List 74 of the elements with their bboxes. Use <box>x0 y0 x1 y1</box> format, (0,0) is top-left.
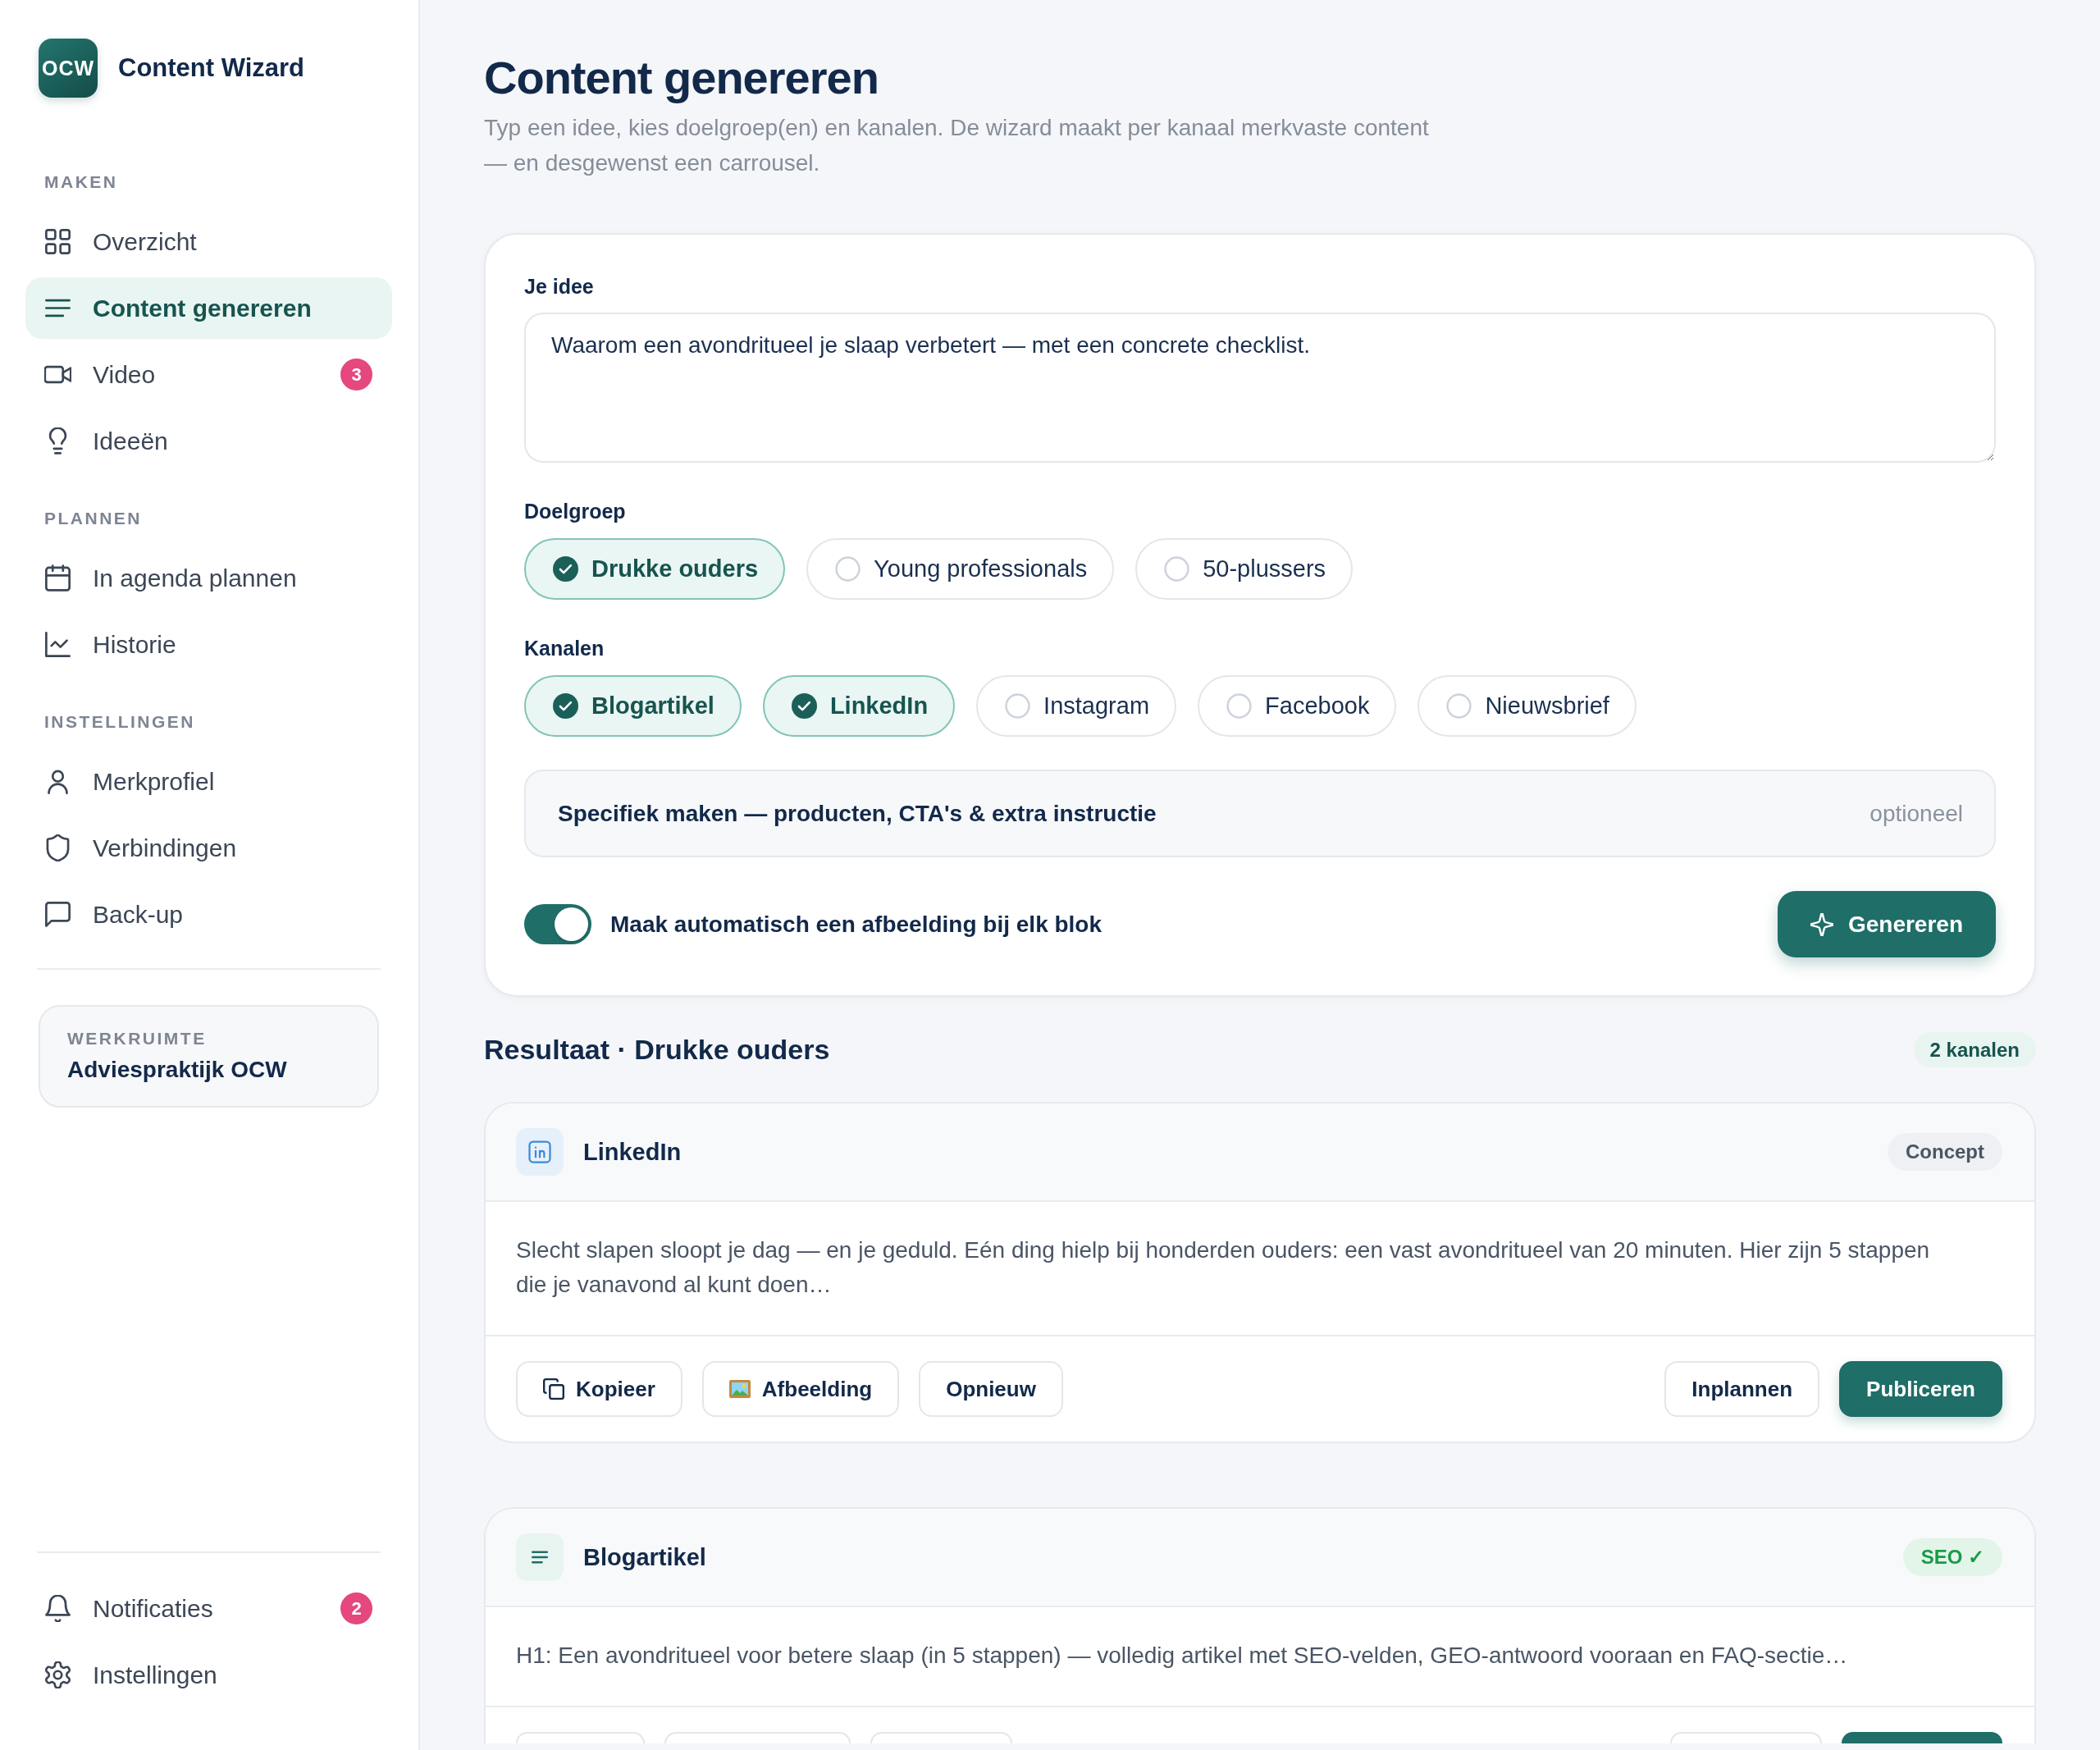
field-label: Je idee <box>524 274 595 299</box>
line-chart-icon <box>44 631 71 658</box>
copy-button[interactable]: Kopieer <box>516 1361 682 1417</box>
nav-item[interactable]: Back-up <box>25 884 392 945</box>
action-button[interactable]: Inplannen <box>1664 1361 1820 1417</box>
action-button[interactable]: Opnieuw <box>919 1361 1063 1417</box>
post-preview-text: Slecht slapen sloopt je dag — en je geduld. Eén ding hielp bij honderden ouders: een vast avondritueel van 20 minuten. Hier zijn 5 stappen die je vanavond al kunt doen… <box>515 1236 1931 1299</box>
section-title: Specifiek maken — producten, CTA's & extra instructie <box>558 800 1157 827</box>
section-label: MAKEN <box>43 171 119 193</box>
radio-ring-icon <box>1005 693 1031 719</box>
nav-item[interactable]: Verbindingen <box>25 817 392 879</box>
bell-icon <box>44 1595 71 1622</box>
card-title: LinkedIn <box>583 1138 682 1166</box>
radio-ring-icon <box>835 556 861 582</box>
option-chip[interactable]: Instagram <box>976 675 1177 737</box>
settings-icon <box>44 1661 71 1688</box>
nav-item[interactable]: Content genereren <box>25 277 392 339</box>
post-preview-text: H1: Een avondritueel voor betere slaap (in 5 stappen) — volledig artikel met SEO-velden, GEO-antwoord vooraan en FAQ-sectie… <box>515 1642 1849 1670</box>
option-chip[interactable]: Nieuwsbrief <box>1418 675 1637 737</box>
nav-item[interactable]: Video 3 <box>25 344 392 405</box>
linkedin-icon <box>516 1128 564 1176</box>
option-chip[interactable]: Facebook <box>1198 675 1397 737</box>
count-badge: 3 <box>340 359 372 391</box>
card-title: Blogartikel <box>583 1543 706 1571</box>
action-button[interactable] <box>1842 1732 2002 1743</box>
shield-icon <box>44 834 71 861</box>
workspace-label: WERKRUIMTE <box>67 1028 208 1049</box>
radio-ring-icon <box>1164 556 1190 582</box>
checked-circle-icon <box>553 556 578 582</box>
nav-item[interactable]: Ideeën <box>25 410 392 472</box>
section-label: INSTELLINGEN <box>43 711 196 733</box>
status-badge: SEO ✓ <box>1902 1538 2002 1576</box>
section-heading: Resultaat · Drukke ouders <box>484 1034 830 1066</box>
field-label: Doelgroep <box>524 499 627 523</box>
checked-circle-icon <box>553 693 578 719</box>
option-chip[interactable]: 50-plussers <box>1135 538 1354 600</box>
toggle-label: Maak automatisch een afbeelding bij elk blok <box>610 911 1102 938</box>
count-badge: 2 kanalen <box>1913 1032 2036 1067</box>
count-badge: 2 <box>340 1592 372 1624</box>
page-subtitle: Typ een idee, kies doelgroep(en) en kanalen. De wizard maakt per kanaal merkvaste content — en desgewenst een carrousel. <box>484 114 1430 177</box>
grid-icon <box>44 228 71 255</box>
option-chip[interactable]: Drukke ouders <box>524 538 786 600</box>
field-label: Kanalen <box>524 636 605 660</box>
option-chip[interactable]: Blogartikel <box>524 675 742 737</box>
primary-action-button[interactable]: Publiceren <box>1839 1361 2002 1417</box>
chat-bubble-icon <box>44 901 71 928</box>
image-button[interactable]: Afbeelding <box>701 1361 900 1417</box>
checked-circle-icon <box>791 693 817 719</box>
page-title: Content genereren <box>484 51 879 105</box>
option-chip[interactable]: Young professionals <box>806 538 1115 600</box>
section-label: PLANNEN <box>43 508 143 529</box>
radio-ring-icon <box>1226 693 1253 719</box>
sparkle-icon <box>1810 912 1833 936</box>
nav-item[interactable]: Historie <box>25 614 392 675</box>
idea-field[interactable]: Waarom een avondritueel je slaap verbetert — met een concrete checklist. <box>524 313 1996 463</box>
text-lines-icon <box>516 1533 564 1581</box>
copy-icon <box>543 1378 564 1400</box>
nav-item[interactable]: Instellingen <box>25 1644 392 1706</box>
nav-item[interactable]: Overzicht <box>25 211 392 272</box>
workspace-name: Adviespraktijk OCW <box>67 1056 288 1084</box>
generate-button[interactable]: Genereren <box>1777 891 1996 957</box>
app-logo: OCW <box>39 39 98 98</box>
option-chip[interactable]: LinkedIn <box>762 675 956 737</box>
optional-hint: optioneel <box>1869 800 1963 827</box>
toggle-switch[interactable] <box>524 904 591 944</box>
app-name: Content Wizard <box>118 53 305 83</box>
status-badge: Concept <box>1888 1133 2002 1171</box>
expandable-section[interactable]: Specifiek maken — producten, CTA's & extra instructie optioneel <box>524 770 1996 857</box>
nav-item[interactable]: Notificaties 2 <box>25 1578 392 1639</box>
radio-ring-icon <box>1446 693 1472 719</box>
nav-item[interactable]: Merkprofiel <box>25 751 392 812</box>
calendar-icon <box>44 564 71 592</box>
nav-item[interactable]: In agenda plannen <box>25 547 392 609</box>
framed-picture-icon <box>728 1380 751 1398</box>
